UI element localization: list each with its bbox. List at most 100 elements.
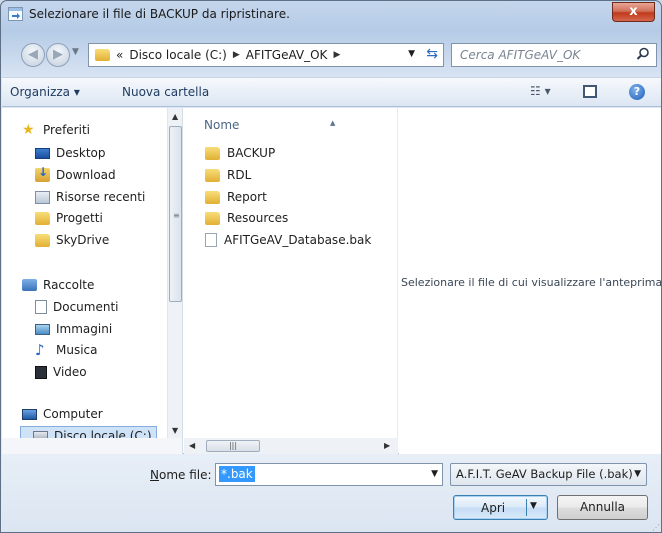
address-bar[interactable]: « Disco locale (C:) ▶ AFITGeAV_OK ▶ ▼ ⇆ (88, 43, 444, 67)
search-icon[interactable] (636, 47, 650, 61)
chevron-down-icon[interactable]: ▼ (431, 469, 438, 479)
search-input[interactable]: Cerca AFITGeAV_OK (451, 43, 657, 67)
file-name: AFITGeAV_Database.bak (224, 233, 372, 247)
dialog-icon (8, 7, 23, 21)
scroll-up-icon[interactable]: ▲ (172, 112, 178, 121)
filetype-select[interactable]: A.F.I.T. GeAV Backup File (.bak) ▼ (450, 463, 647, 486)
preview-pane: Selezionare il file di cui visualizzare … (399, 108, 661, 454)
organize-button[interactable]: Organizza ▾ (10, 85, 80, 99)
nav-item-progetti[interactable]: Progetti (35, 208, 103, 228)
back-button[interactable]: ◀ (21, 43, 45, 67)
new-folder-button[interactable]: Nuova cartella (122, 85, 209, 99)
folder-icon (205, 168, 220, 182)
dialog-footer: Nome file: *.bak ▼ A.F.I.T. GeAV Backup … (2, 454, 661, 532)
open-button-label: Apri (481, 501, 506, 515)
nav-label: Raccolte (43, 278, 95, 292)
nav-favorites[interactable]: ★ Preferiti (22, 120, 90, 140)
help-icon[interactable]: ? (629, 84, 645, 100)
column-header-name[interactable]: Nome ▲ (204, 118, 335, 132)
recent-places-icon (35, 190, 50, 204)
nav-item-download[interactable]: Download (35, 165, 116, 185)
chevron-down-icon: ▼ (634, 469, 641, 479)
scroll-right-icon[interactable]: ▶ (384, 441, 390, 450)
nav-item-recent[interactable]: Risorse recenti (35, 187, 145, 207)
open-button[interactable]: Apri ▼ (453, 495, 548, 520)
folder-icon (35, 211, 50, 225)
title-bar[interactable]: Selezionare il file di BACKUP da riprist… (1, 1, 661, 27)
address-row: ◀ ▶ ▼ « Disco locale (C:) ▶ AFITGeAV_OK … (1, 41, 661, 71)
command-bar: Organizza ▾ Nuova cartella ☷ ▾ ? (2, 77, 661, 107)
video-icon (35, 365, 47, 379)
nav-label: SkyDrive (56, 233, 110, 247)
browser-area: ★ Preferiti Desktop Download Risorse rec… (2, 108, 661, 454)
forward-button[interactable]: ▶ (46, 43, 70, 67)
cancel-button[interactable]: Annulla (557, 495, 648, 520)
nav-label: Musica (56, 343, 98, 357)
address-dropdown-icon[interactable]: ▼ (408, 49, 415, 59)
change-view-button[interactable]: ☷ ▾ (530, 84, 551, 98)
nav-item-documenti[interactable]: Documenti (35, 297, 119, 317)
chevron-down-icon[interactable]: ▼ (530, 501, 537, 511)
split-divider (526, 499, 527, 516)
nav-item-desktop[interactable]: Desktop (35, 143, 106, 163)
file-item-rdl[interactable]: RDL (205, 165, 251, 185)
file-name: Report (227, 190, 267, 204)
file-item-database-bak[interactable]: AFITGeAV_Database.bak (205, 230, 371, 250)
scroll-left-icon[interactable]: ◀ (189, 441, 195, 450)
filetype-value: A.F.I.T. GeAV Backup File (.bak) (456, 467, 633, 481)
file-item-report[interactable]: Report (205, 187, 267, 207)
file-horizontal-scrollbar[interactable]: ◀ ||| ▶ (184, 438, 398, 454)
nav-item-skydrive[interactable]: SkyDrive (35, 230, 109, 250)
nav-label: Computer (43, 407, 103, 421)
nav-label: Risorse recenti (56, 190, 146, 204)
preview-pane-icon[interactable] (583, 85, 597, 98)
desktop-icon (35, 147, 50, 159)
nav-item-musica[interactable]: ♪ Musica (35, 340, 98, 360)
folder-icon (205, 190, 220, 204)
filename-value[interactable]: *.bak (219, 466, 255, 482)
breadcrumb-drive[interactable]: Disco locale (C:) (129, 48, 227, 62)
breadcrumb-folder[interactable]: AFITGeAV_OK (246, 48, 328, 62)
download-icon (35, 165, 50, 182)
arrow-right-icon: ▶ (53, 47, 63, 62)
nav-libraries[interactable]: Raccolte (22, 275, 94, 295)
pictures-icon (35, 323, 50, 335)
nav-item-immagini[interactable]: Immagini (35, 319, 112, 339)
scroll-thumb[interactable]: ≡ (169, 126, 182, 302)
recent-locations-dropdown[interactable]: ▼ (72, 47, 79, 57)
breadcrumb-overflow[interactable]: « (116, 48, 123, 62)
file-icon (205, 233, 217, 247)
nav-computer[interactable]: Computer (22, 404, 103, 424)
scroll-thumb[interactable]: ||| (206, 440, 260, 452)
nav-label: Desktop (56, 146, 106, 160)
scroll-down-icon[interactable]: ▼ (172, 426, 178, 435)
breadcrumb: « Disco locale (C:) ▶ AFITGeAV_OK ▶ (95, 48, 340, 62)
nav-footer (2, 438, 182, 454)
close-button[interactable]: x (612, 2, 655, 22)
nav-item-video[interactable]: Video (35, 362, 87, 382)
resize-grip-icon[interactable]: ⋰ (652, 523, 660, 532)
folder-icon (205, 211, 220, 225)
nav-label: Progetti (56, 211, 103, 225)
file-name: RDL (227, 168, 252, 182)
navigation-pane[interactable]: ★ Preferiti Desktop Download Risorse rec… (2, 108, 183, 454)
arrow-left-icon: ◀ (28, 47, 38, 62)
window-title: Selezionare il file di BACKUP da riprist… (29, 7, 290, 21)
file-item-backup[interactable]: BACKUP (205, 143, 275, 163)
file-open-dialog: Selezionare il file di BACKUP da riprist… (0, 0, 662, 533)
refresh-icon[interactable]: ⇆ (426, 46, 438, 62)
file-list[interactable]: Nome ▲ BACKUP RDL Report Resources AFITG… (184, 108, 398, 454)
folder-icon (205, 146, 220, 160)
chevron-right-icon[interactable]: ▶ (233, 50, 240, 60)
nav-label: Immagini (56, 322, 113, 336)
folder-icon (35, 233, 50, 247)
file-item-resources[interactable]: Resources (205, 208, 288, 228)
chevron-right-icon[interactable]: ▶ (333, 50, 340, 60)
filename-input[interactable]: *.bak ▼ (215, 463, 443, 486)
file-name: BACKUP (227, 146, 276, 160)
nav-label: Documenti (53, 300, 119, 314)
grip-icon: ≡ (173, 211, 180, 220)
nav-vertical-scrollbar[interactable]: ▲ ≡ ▼ (167, 108, 182, 438)
star-icon: ★ (22, 122, 35, 138)
sort-ascending-icon: ▲ (330, 119, 336, 127)
